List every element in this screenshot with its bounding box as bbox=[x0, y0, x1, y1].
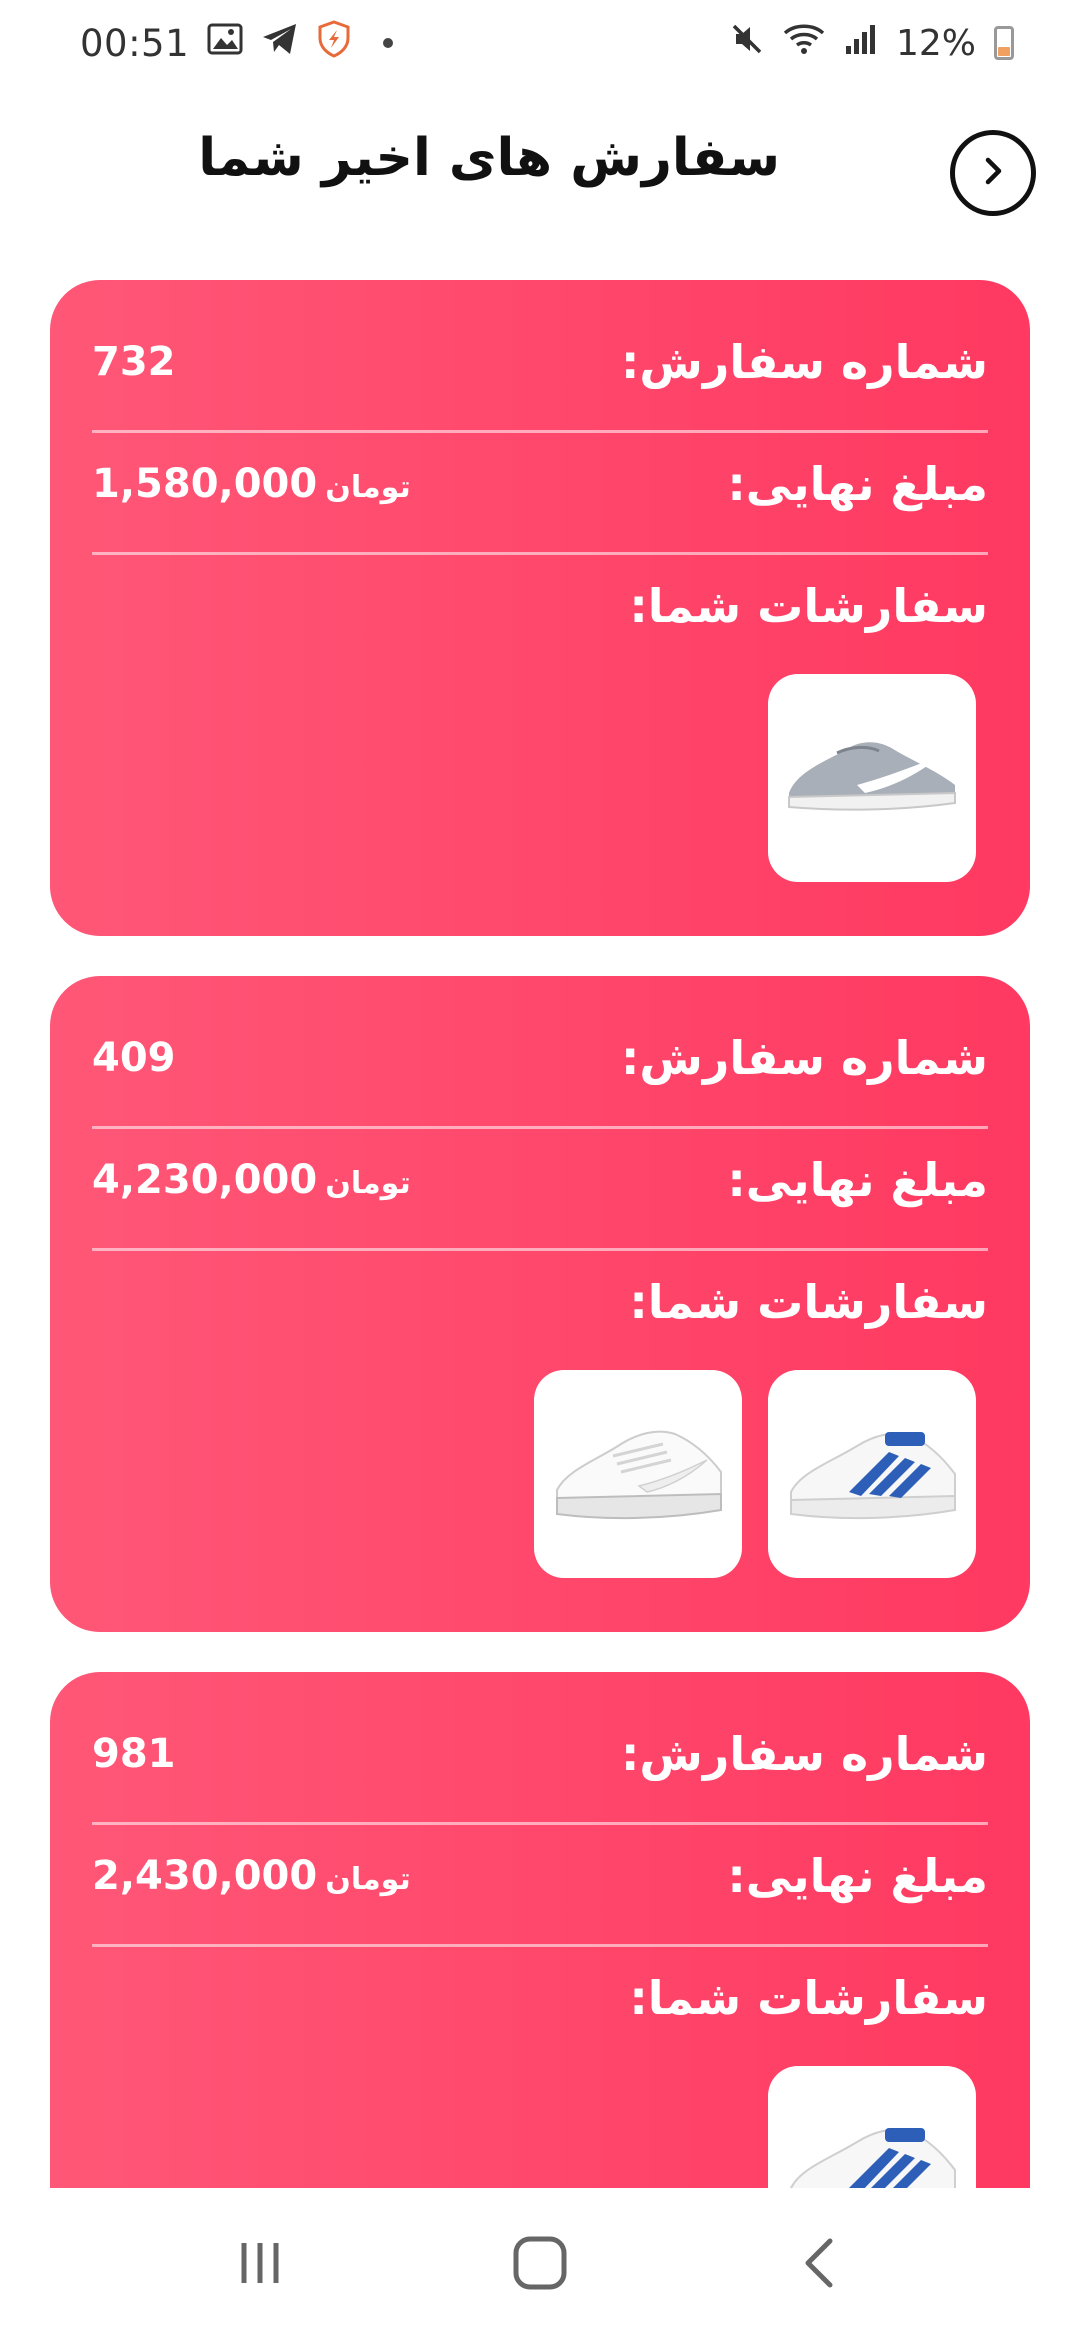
recent-apps-icon bbox=[232, 2235, 288, 2295]
amount-value: 4,230,000 bbox=[92, 1157, 318, 1203]
your-orders-label: سفارشات شما: bbox=[629, 1971, 988, 2025]
back-button[interactable] bbox=[950, 130, 1036, 216]
orders-list[interactable]: شماره سفارش: 732 مبلغ نهایی: 1,580,000 تو… bbox=[50, 280, 1030, 2188]
battery-text: 12% bbox=[895, 22, 976, 64]
status-right: 12% bbox=[730, 22, 1014, 65]
final-amount-label: مبلغ نهایی: bbox=[727, 457, 988, 511]
home-button[interactable] bbox=[480, 2215, 600, 2315]
gallery-icon bbox=[207, 23, 243, 64]
telegram-icon bbox=[261, 22, 299, 65]
your-orders-row: سفارشات شما: bbox=[92, 1262, 988, 1342]
divider bbox=[92, 1822, 988, 1825]
final-amount-row: مبلغ نهایی: 2,430,000 تومان bbox=[92, 1836, 988, 1916]
grey-sneaker-image bbox=[777, 731, 967, 825]
divider bbox=[92, 1944, 988, 1947]
order-number-row: شماره سفارش: 732 bbox=[92, 322, 988, 402]
order-number-value: 732 bbox=[92, 339, 176, 385]
final-amount-value: 2,430,000 تومان bbox=[92, 1853, 411, 1899]
order-card[interactable]: شماره سفارش: 409 مبلغ نهایی: 4,230,000 تو… bbox=[50, 976, 1030, 1632]
back-icon bbox=[796, 2233, 844, 2297]
amount-value: 2,430,000 bbox=[92, 1853, 318, 1899]
your-orders-row: سفارشات شما: bbox=[92, 566, 988, 646]
product-thumbnail[interactable] bbox=[768, 2066, 976, 2188]
page-title: سفارش های اخیر شما bbox=[198, 128, 780, 188]
mute-icon bbox=[730, 22, 764, 65]
currency-label: تومان bbox=[325, 1166, 411, 1201]
final-amount-value: 1,580,000 تومان bbox=[92, 461, 411, 507]
blue-white-adidas-sneaker-image bbox=[777, 1412, 967, 1536]
final-amount-row: مبلغ نهایی: 4,230,000 تومان bbox=[92, 1140, 988, 1220]
home-icon bbox=[510, 2233, 570, 2297]
product-thumbnail[interactable] bbox=[534, 1370, 742, 1578]
order-number-value: 981 bbox=[92, 1731, 176, 1777]
order-number-row: شماره سفارش: 409 bbox=[92, 1018, 988, 1098]
header: سفارش های اخیر شما bbox=[0, 110, 1080, 220]
currency-label: تومان bbox=[325, 1862, 411, 1897]
shield-app-icon bbox=[317, 19, 351, 67]
order-number-label: شماره سفارش: bbox=[621, 1727, 988, 1781]
product-thumbnail[interactable] bbox=[768, 674, 976, 882]
final-amount-label: مبلغ نهایی: bbox=[727, 1849, 988, 1903]
signal-icon bbox=[844, 22, 878, 65]
divider bbox=[92, 430, 988, 433]
blue-white-adidas-sneaker-image bbox=[777, 2108, 967, 2188]
divider bbox=[92, 1248, 988, 1251]
order-number-value: 409 bbox=[92, 1035, 176, 1081]
wifi-icon bbox=[782, 22, 826, 65]
white-sneaker-image bbox=[543, 1412, 733, 1536]
your-orders-row: سفارشات شما: bbox=[92, 1958, 988, 2038]
status-left: 00:51 bbox=[80, 19, 394, 67]
status-bar: 00:51 12% bbox=[0, 0, 1080, 86]
system-back-button[interactable] bbox=[760, 2215, 880, 2315]
your-orders-label: سفارشات شما: bbox=[629, 1275, 988, 1329]
order-number-label: شماره سفارش: bbox=[621, 335, 988, 389]
divider bbox=[92, 1126, 988, 1129]
order-card[interactable]: شماره سفارش: 732 مبلغ نهایی: 1,580,000 تو… bbox=[50, 280, 1030, 936]
final-amount-value: 4,230,000 تومان bbox=[92, 1157, 411, 1203]
product-thumbnail[interactable] bbox=[768, 1370, 976, 1578]
order-number-label: شماره سفارش: bbox=[621, 1031, 988, 1085]
currency-label: تومان bbox=[325, 470, 411, 505]
order-number-row: شماره سفارش: 981 bbox=[92, 1714, 988, 1794]
notification-dot bbox=[383, 38, 394, 48]
order-items bbox=[534, 1370, 976, 1578]
order-card[interactable]: شماره سفارش: 981 مبلغ نهایی: 2,430,000 تو… bbox=[50, 1672, 1030, 2188]
chevron-right-icon bbox=[978, 156, 1008, 190]
status-time: 00:51 bbox=[80, 21, 190, 65]
recent-apps-button[interactable] bbox=[200, 2215, 320, 2315]
order-items bbox=[768, 2066, 976, 2188]
navigation-bar bbox=[0, 2190, 1080, 2340]
your-orders-label: سفارشات شما: bbox=[629, 579, 988, 633]
amount-value: 1,580,000 bbox=[92, 461, 318, 507]
order-items bbox=[768, 674, 976, 882]
screen: 00:51 12% سفارش های اخیر شما شماره سفارش… bbox=[0, 0, 1080, 2340]
battery-icon bbox=[994, 26, 1014, 60]
final-amount-row: مبلغ نهایی: 1,580,000 تومان bbox=[92, 444, 988, 524]
final-amount-label: مبلغ نهایی: bbox=[727, 1153, 988, 1207]
divider bbox=[92, 552, 988, 555]
